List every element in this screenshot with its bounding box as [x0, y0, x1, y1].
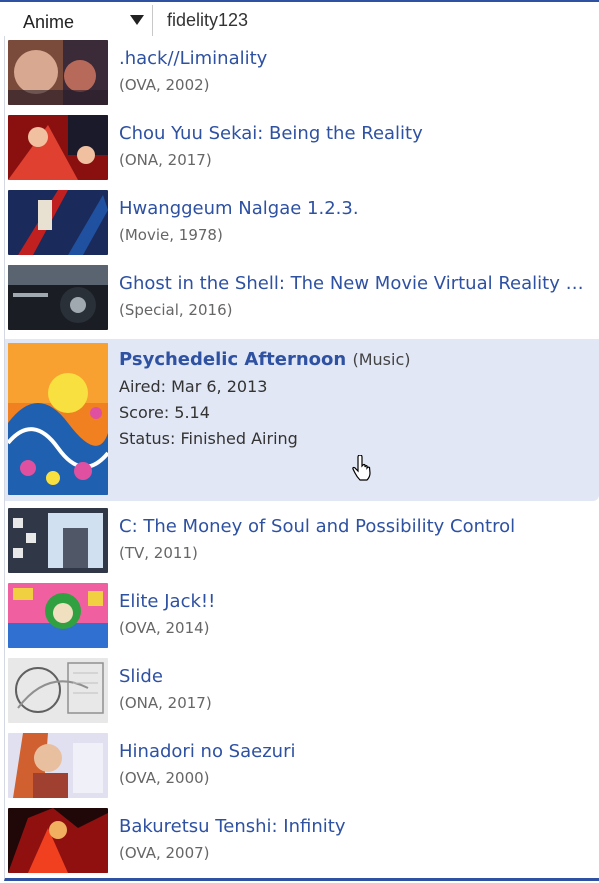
result-thumbnail — [8, 343, 108, 495]
result-item-featured[interactable]: Psychedelic Afternoon (Music) Aired: Mar… — [5, 339, 599, 501]
result-title[interactable]: Chou Yuu Sekai: Being the Reality — [119, 123, 595, 144]
result-meta: (ONA, 2017) — [119, 694, 212, 712]
result-thumbnail — [8, 658, 108, 723]
result-meta: (TV, 2011) — [119, 544, 198, 562]
result-meta: (ONA, 2017) — [119, 151, 212, 169]
result-title[interactable]: Elite Jack!! — [119, 591, 595, 612]
result-item[interactable]: Ghost in the Shell: The New Movie Virtua… — [5, 261, 599, 336]
result-thumbnail — [8, 115, 108, 180]
result-thumbnail — [8, 583, 108, 648]
search-bar: Anime — [0, 0, 599, 37]
result-meta: (OVA, 2002) — [119, 76, 210, 94]
result-title[interactable]: C: The Money of Soul and Possibility Con… — [119, 516, 595, 537]
result-meta: (Special, 2016) — [119, 301, 233, 319]
featured-status: Status: Finished Airing — [119, 429, 298, 448]
category-label: Anime — [23, 12, 75, 32]
result-item[interactable]: Hinadori no Saezuri (OVA, 2000) — [5, 729, 599, 804]
result-item[interactable]: Hwanggeum Nalgae 1.2.3. (Movie, 1978) — [5, 186, 599, 261]
result-meta: (OVA, 2014) — [119, 619, 210, 637]
result-thumbnail — [8, 733, 108, 798]
hand-pointer-icon — [352, 454, 372, 485]
result-meta: (OVA, 2000) — [119, 769, 210, 787]
result-item[interactable]: Bakuretsu Tenshi: Infinity (OVA, 2007) — [5, 804, 599, 879]
result-title[interactable]: Ghost in the Shell: The New Movie Virtua… — [119, 273, 595, 294]
result-thumbnail — [8, 508, 108, 573]
result-title[interactable]: Slide — [119, 666, 595, 687]
search-input[interactable] — [157, 4, 597, 36]
featured-type: (Music) — [352, 350, 411, 369]
featured-aired: Aired: Mar 6, 2013 — [119, 377, 268, 396]
featured-title-row[interactable]: Psychedelic Afternoon (Music) — [119, 349, 595, 370]
result-thumbnail — [8, 40, 108, 105]
result-item[interactable]: Chou Yuu Sekai: Being the Reality (ONA, … — [5, 111, 599, 186]
result-title[interactable]: .hack//Liminality — [119, 48, 595, 69]
result-item[interactable]: Elite Jack!! (OVA, 2014) — [5, 579, 599, 654]
result-item[interactable]: C: The Money of Soul and Possibility Con… — [5, 504, 599, 579]
result-thumbnail — [8, 265, 108, 330]
result-item[interactable]: .hack//Liminality (OVA, 2002) — [5, 36, 599, 111]
result-title[interactable]: Hwanggeum Nalgae 1.2.3. — [119, 198, 595, 219]
result-meta: (Movie, 1978) — [119, 226, 223, 244]
result-thumbnail — [8, 190, 108, 255]
chevron-down-icon[interactable] — [130, 15, 144, 25]
result-item[interactable]: Slide (ONA, 2017) — [5, 654, 599, 729]
featured-score: Score: 5.14 — [119, 403, 210, 422]
category-select[interactable]: Anime — [5, 5, 153, 37]
result-title[interactable]: Bakuretsu Tenshi: Infinity — [119, 816, 595, 837]
search-results-dropdown: .hack//Liminality (OVA, 2002) Chou Yuu S… — [4, 36, 599, 881]
result-meta: (OVA, 2007) — [119, 844, 210, 862]
featured-title[interactable]: Psychedelic Afternoon — [119, 349, 346, 370]
result-title[interactable]: Hinadori no Saezuri — [119, 741, 595, 762]
result-thumbnail — [8, 808, 108, 873]
